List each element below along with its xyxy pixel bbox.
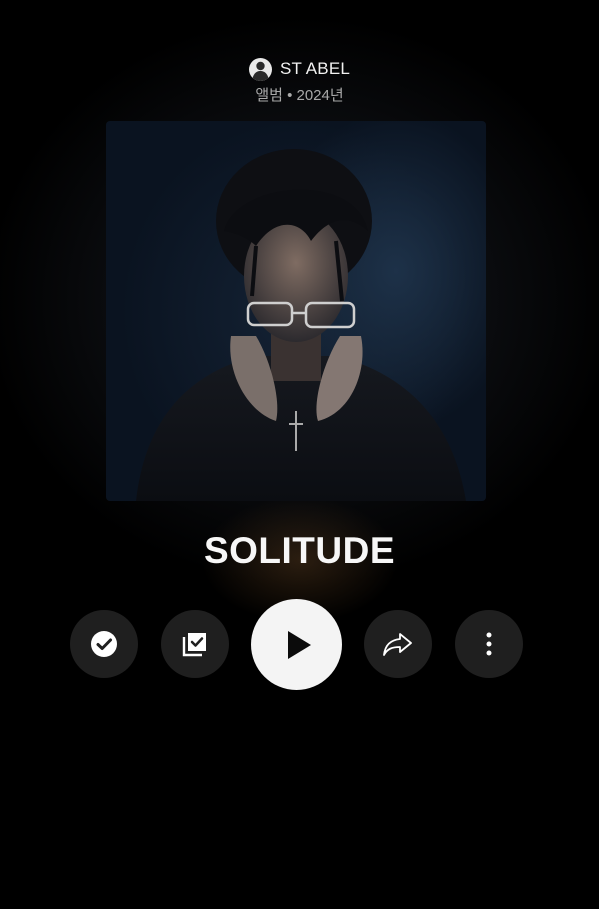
action-bar	[0, 599, 599, 691]
album-cover-image	[136, 149, 466, 501]
album-cover	[106, 121, 486, 501]
play-button[interactable]	[251, 599, 342, 690]
more-options-button[interactable]	[455, 610, 523, 678]
artist-avatar[interactable]	[248, 57, 272, 81]
artist-row[interactable]: ST ABEL	[0, 56, 599, 82]
share-button[interactable]	[364, 610, 432, 678]
check-circle-icon	[91, 631, 117, 657]
library-added-icon	[182, 633, 206, 657]
album-page: ST ABEL 앨범 • 2024년 SOLITUDE	[0, 0, 599, 909]
album-title: SOLITUDE	[203, 530, 396, 571]
artist-name[interactable]: ST ABEL	[280, 59, 350, 79]
play-icon	[288, 630, 311, 659]
library-added-button[interactable]	[161, 610, 229, 678]
more-vertical-icon	[486, 632, 492, 656]
album-meta: 앨범 • 2024년	[255, 87, 344, 104]
saved-button[interactable]	[70, 610, 138, 678]
share-icon	[383, 633, 412, 656]
